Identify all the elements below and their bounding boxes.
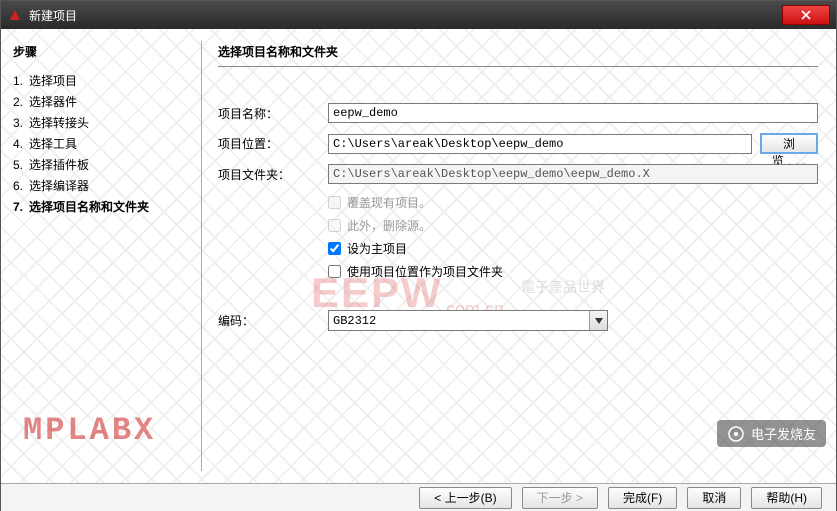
check-overwrite: 覆盖现有项目。 xyxy=(328,194,818,211)
delete-source-checkbox xyxy=(328,219,341,232)
browse-button[interactable]: 浏览... xyxy=(760,133,818,154)
back-button[interactable]: < 上一步(B) xyxy=(419,487,511,509)
set-main-checkbox[interactable] xyxy=(328,242,341,255)
encoding-input[interactable] xyxy=(328,310,608,331)
step-item-current: 7.选择项目名称和文件夹 xyxy=(13,196,189,217)
help-button[interactable]: 帮助(H) xyxy=(751,487,822,509)
check-set-main[interactable]: 设为主项目 xyxy=(328,240,818,257)
use-location-checkbox[interactable] xyxy=(328,265,341,278)
wizard-sidebar: 步骤 1.选择项目 2.选择器件 3.选择转接头 4.选择工具 5.选择插件板 … xyxy=(1,29,201,483)
label-project-folder: 项目文件夹： xyxy=(218,166,328,183)
project-location-input[interactable] xyxy=(328,134,752,154)
row-encoding: 编码： xyxy=(218,310,818,331)
dialog-window: 新建项目 步骤 1.选择项目 2.选择器件 3.选择转接头 4.选择工具 5.选… xyxy=(0,0,837,511)
step-list: 1.选择项目 2.选择器件 3.选择转接头 4.选择工具 5.选择插件板 6.选… xyxy=(13,70,189,217)
wizard-main: 选择项目名称和文件夹 项目名称： 项目位置： 浏览... 项目文件夹： 覆盖现有… xyxy=(202,29,836,483)
step-item: 6.选择编译器 xyxy=(13,175,189,196)
cancel-button[interactable]: 取消 xyxy=(687,487,741,509)
row-project-folder: 项目文件夹： xyxy=(218,164,818,184)
window-title: 新建项目 xyxy=(29,7,782,24)
row-project-location: 项目位置： 浏览... xyxy=(218,133,818,154)
sidebar-title: 步骤 xyxy=(13,43,189,60)
dialog-body: 步骤 1.选择项目 2.选择器件 3.选择转接头 4.选择工具 5.选择插件板 … xyxy=(1,29,836,483)
title-separator xyxy=(218,66,818,67)
project-name-input[interactable] xyxy=(328,103,818,123)
encoding-combo[interactable] xyxy=(328,310,608,331)
step-item: 4.选择工具 xyxy=(13,133,189,154)
project-folder-input xyxy=(328,164,818,184)
label-project-name: 项目名称： xyxy=(218,105,328,122)
delete-source-label: 此外，删除源。 xyxy=(347,217,431,234)
wizard-footer: < 上一步(B) 下一步 > 完成(F) 取消 帮助(H) xyxy=(1,483,836,511)
step-item: 3.选择转接头 xyxy=(13,112,189,133)
checkbox-group: 覆盖现有项目。 此外，删除源。 设为主项目 使用项目位置作为项目文件夹 xyxy=(328,194,818,280)
step-item: 1.选择项目 xyxy=(13,70,189,91)
titlebar: 新建项目 xyxy=(1,1,836,29)
row-project-name: 项目名称： xyxy=(218,103,818,123)
overwrite-checkbox xyxy=(328,196,341,209)
overwrite-label: 覆盖现有项目。 xyxy=(347,194,431,211)
check-use-location[interactable]: 使用项目位置作为项目文件夹 xyxy=(328,263,818,280)
step-item: 2.选择器件 xyxy=(13,91,189,112)
chevron-down-icon[interactable] xyxy=(589,311,607,330)
label-encoding: 编码： xyxy=(218,312,328,329)
set-main-label: 设为主项目 xyxy=(347,240,407,257)
use-location-label: 使用项目位置作为项目文件夹 xyxy=(347,263,503,280)
app-icon xyxy=(7,7,23,23)
finish-button[interactable]: 完成(F) xyxy=(608,487,677,509)
page-title: 选择项目名称和文件夹 xyxy=(218,43,818,60)
label-project-location: 项目位置： xyxy=(218,135,328,152)
close-button[interactable] xyxy=(782,5,830,25)
step-item: 5.选择插件板 xyxy=(13,154,189,175)
check-delete-source: 此外，删除源。 xyxy=(328,217,818,234)
next-button: 下一步 > xyxy=(522,487,598,509)
